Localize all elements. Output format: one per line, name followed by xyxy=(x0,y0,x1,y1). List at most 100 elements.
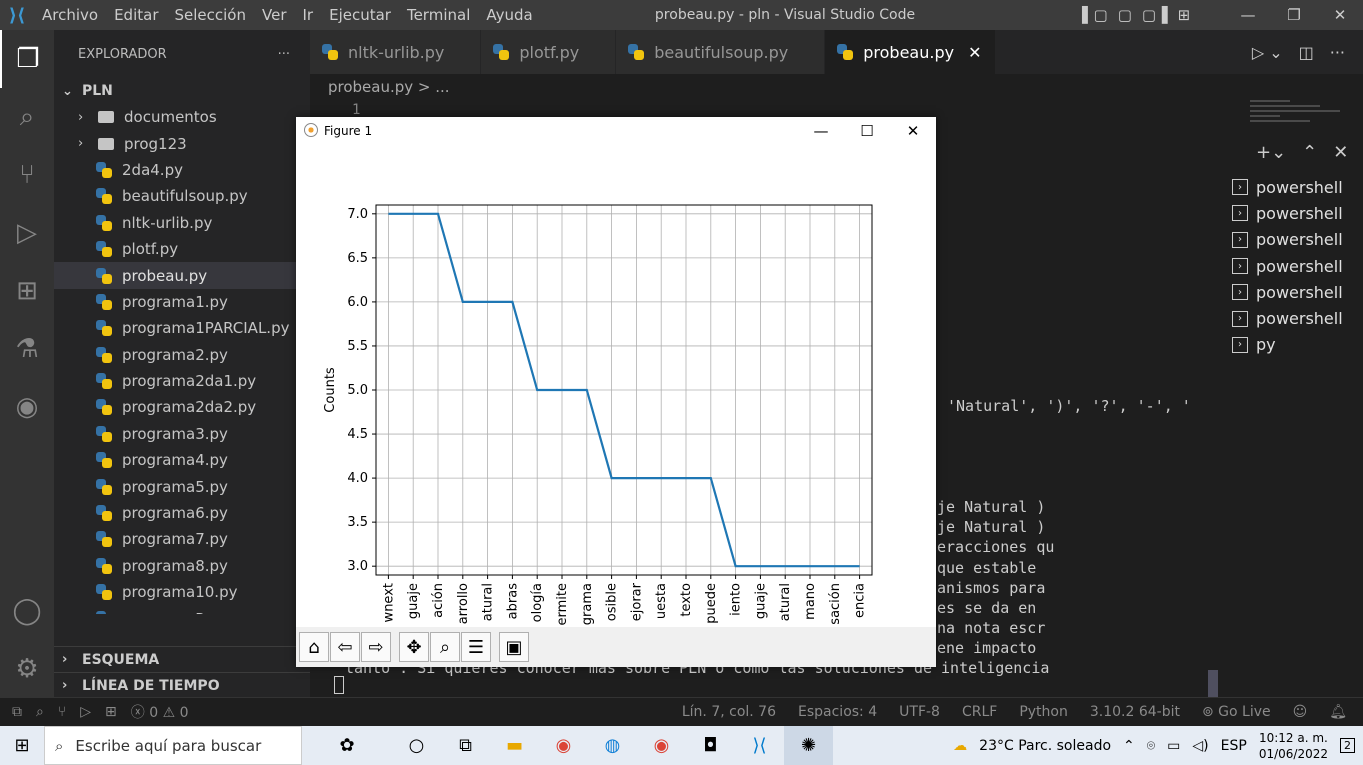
account-icon[interactable]: ◯ xyxy=(0,582,54,640)
windows-start-icon[interactable]: ⊞ xyxy=(0,735,44,756)
breadcrumb[interactable]: probeau.py > ... xyxy=(328,78,450,96)
menu-item-editar[interactable]: Editar xyxy=(106,6,166,24)
menu-item-ayuda[interactable]: Ayuda xyxy=(478,6,540,24)
cortana-icon[interactable]: ○ xyxy=(392,726,441,765)
menu-item-archivo[interactable]: Archivo xyxy=(34,6,106,24)
workspace-root[interactable]: ⌄ PLN xyxy=(54,78,310,104)
file-item[interactable]: programaP.py xyxy=(54,605,310,614)
file-item[interactable]: 2da4.py xyxy=(54,157,310,183)
problems-indicator[interactable]: ⓧ 0 ⚠ 0 xyxy=(131,702,189,722)
file-item[interactable]: programa8.py xyxy=(54,553,310,579)
menu-item-ver[interactable]: Ver xyxy=(254,6,295,24)
edge-icon[interactable]: ◍ xyxy=(588,726,637,765)
weather-icon[interactable]: ☁ xyxy=(953,738,967,754)
figure-close-icon[interactable]: ✕ xyxy=(890,117,936,145)
app-icon[interactable]: ◘ xyxy=(686,726,735,765)
language-indicator[interactable]: ESP xyxy=(1221,738,1247,754)
terminal-item[interactable]: › powershell xyxy=(1232,227,1343,253)
back-icon[interactable]: ⇦ xyxy=(330,632,360,662)
tab-plotf-py[interactable]: plotf.py xyxy=(481,30,617,74)
close-icon[interactable]: ✕ xyxy=(1317,6,1363,24)
run-debug-icon[interactable]: ▷ xyxy=(0,204,54,262)
remote-icon[interactable]: ⧉ xyxy=(12,704,22,720)
file-item[interactable]: programa2da1.py xyxy=(54,368,310,394)
debug-status-icon[interactable]: ▷ xyxy=(80,704,91,720)
indentation[interactable]: Espacios: 4 xyxy=(798,704,877,720)
search-icon[interactable]: ⌕ xyxy=(0,88,54,146)
file-item[interactable]: plotf.py xyxy=(54,236,310,262)
toggle-panel-icon[interactable]: ▢ xyxy=(1118,6,1132,24)
file-item[interactable]: programa2da2.py xyxy=(54,394,310,420)
tab-close-icon[interactable]: ✕ xyxy=(968,43,981,62)
chrome-profile-icon[interactable]: ◉ xyxy=(637,726,686,765)
clock[interactable]: 10:12 a. m. 01/06/2022 xyxy=(1259,730,1328,762)
file-item[interactable]: programa1.py xyxy=(54,289,310,315)
explorer-icon[interactable]: ❐ xyxy=(0,30,54,88)
minimap[interactable] xyxy=(1250,100,1350,130)
language-mode[interactable]: Python xyxy=(1019,704,1068,720)
eol[interactable]: CRLF xyxy=(962,704,997,720)
more-icon[interactable]: ··· xyxy=(1330,43,1345,62)
encoding[interactable]: UTF-8 xyxy=(899,704,940,720)
terminal-item[interactable]: › powershell xyxy=(1232,279,1343,305)
file-item[interactable]: beautifulsoup.py xyxy=(54,183,310,209)
testing-icon[interactable]: ⚗ xyxy=(0,320,54,378)
file-item[interactable]: programa10.py xyxy=(54,579,310,605)
vscode-taskbar-icon[interactable]: ⟩⟨ xyxy=(735,726,784,765)
notifications-badge[interactable]: 2 xyxy=(1340,738,1355,753)
figure-maximize-icon[interactable]: ☐ xyxy=(844,117,890,145)
figure-minimize-icon[interactable]: — xyxy=(798,117,844,145)
forward-icon[interactable]: ⇨ xyxy=(361,632,391,662)
new-terminal-icon[interactable]: +⌄ xyxy=(1256,142,1286,163)
folder-item[interactable]: › prog123 xyxy=(54,130,310,156)
file-item[interactable]: programa7.py xyxy=(54,526,310,552)
file-item[interactable]: programa4.py xyxy=(54,447,310,473)
file-item[interactable]: nltk-urlib.py xyxy=(54,210,310,236)
file-explorer-icon[interactable]: ▬ xyxy=(490,726,539,765)
terminal-item[interactable]: › py xyxy=(1232,332,1343,358)
tab-probeau-py[interactable]: probeau.py ✕ xyxy=(825,30,997,74)
zoom-icon[interactable]: ⌕ xyxy=(430,632,460,662)
notifications-icon[interactable]: 🔔︎ xyxy=(1329,704,1347,720)
tab-nltk-urlib-py[interactable]: nltk-urlib.py xyxy=(310,30,482,74)
menu-item-selección[interactable]: Selección xyxy=(167,6,255,24)
cursor-position[interactable]: Lín. 7, col. 76 xyxy=(682,704,776,720)
tab-beautifulsoup-py[interactable]: beautifulsoup.py xyxy=(616,30,826,74)
volume-icon[interactable]: ◁) xyxy=(1192,738,1208,754)
close-panel-icon[interactable]: ✕ xyxy=(1333,142,1348,163)
run-icon[interactable]: ▷ ⌄ xyxy=(1252,43,1283,62)
terminal-item[interactable]: › powershell xyxy=(1232,253,1343,279)
menu-item-terminal[interactable]: Terminal xyxy=(399,6,478,24)
file-item[interactable]: programa5.py xyxy=(54,473,310,499)
task-view-icon[interactable]: ⧉ xyxy=(441,726,490,765)
terminal-item[interactable]: › powershell xyxy=(1232,174,1343,200)
folder-item[interactable]: › documentos xyxy=(54,104,310,130)
extensions-icon[interactable]: ⊞ xyxy=(0,262,54,320)
branch-icon[interactable]: ⑂ xyxy=(58,704,66,720)
terminal-item[interactable]: › powershell xyxy=(1232,305,1343,331)
tray-chevron-icon[interactable]: ⌃ xyxy=(1123,738,1135,754)
minimize-icon[interactable]: — xyxy=(1225,6,1271,24)
go-live-button[interactable]: ⊚ Go Live xyxy=(1202,704,1271,720)
section-outline[interactable]: › ESQUEMA xyxy=(54,646,310,672)
file-item[interactable]: programa6.py xyxy=(54,500,310,526)
search-status-icon[interactable]: ⌕ xyxy=(36,704,44,720)
save-icon[interactable]: ▣ xyxy=(499,632,529,662)
menu-item-ejecutar[interactable]: Ejecutar xyxy=(321,6,399,24)
toggle-secondary-icon[interactable]: ▢▐ xyxy=(1142,6,1168,24)
source-control-icon[interactable]: ⑂ xyxy=(0,146,54,204)
taskbar-search[interactable]: ⌕ Escribe aquí para buscar xyxy=(44,726,302,765)
toggle-sidebar-icon[interactable]: ▌▢ xyxy=(1082,6,1108,24)
home-icon[interactable]: ⌂ xyxy=(299,632,329,662)
file-item[interactable]: probeau.py xyxy=(54,262,310,289)
battery-icon[interactable]: ▭ xyxy=(1167,738,1180,754)
search-highlight-icon[interactable]: ✿ xyxy=(302,726,392,765)
terminal-scrollbar[interactable] xyxy=(1208,670,1218,698)
restore-icon[interactable]: ❐ xyxy=(1271,6,1317,24)
pan-icon[interactable]: ✥ xyxy=(399,632,429,662)
meet-icon[interactable]: ⌾ xyxy=(1147,738,1155,754)
extensions-status-icon[interactable]: ⊞ xyxy=(105,704,117,720)
chart-canvas[interactable]: 3.0 3.5 4.0 4.5 5.0 5.5 6.0 6.5 7.0 wnext guaje aci… xyxy=(296,145,936,627)
more-actions-icon[interactable]: ··· xyxy=(278,47,290,62)
feedback-icon[interactable]: ☺ xyxy=(1293,704,1308,720)
